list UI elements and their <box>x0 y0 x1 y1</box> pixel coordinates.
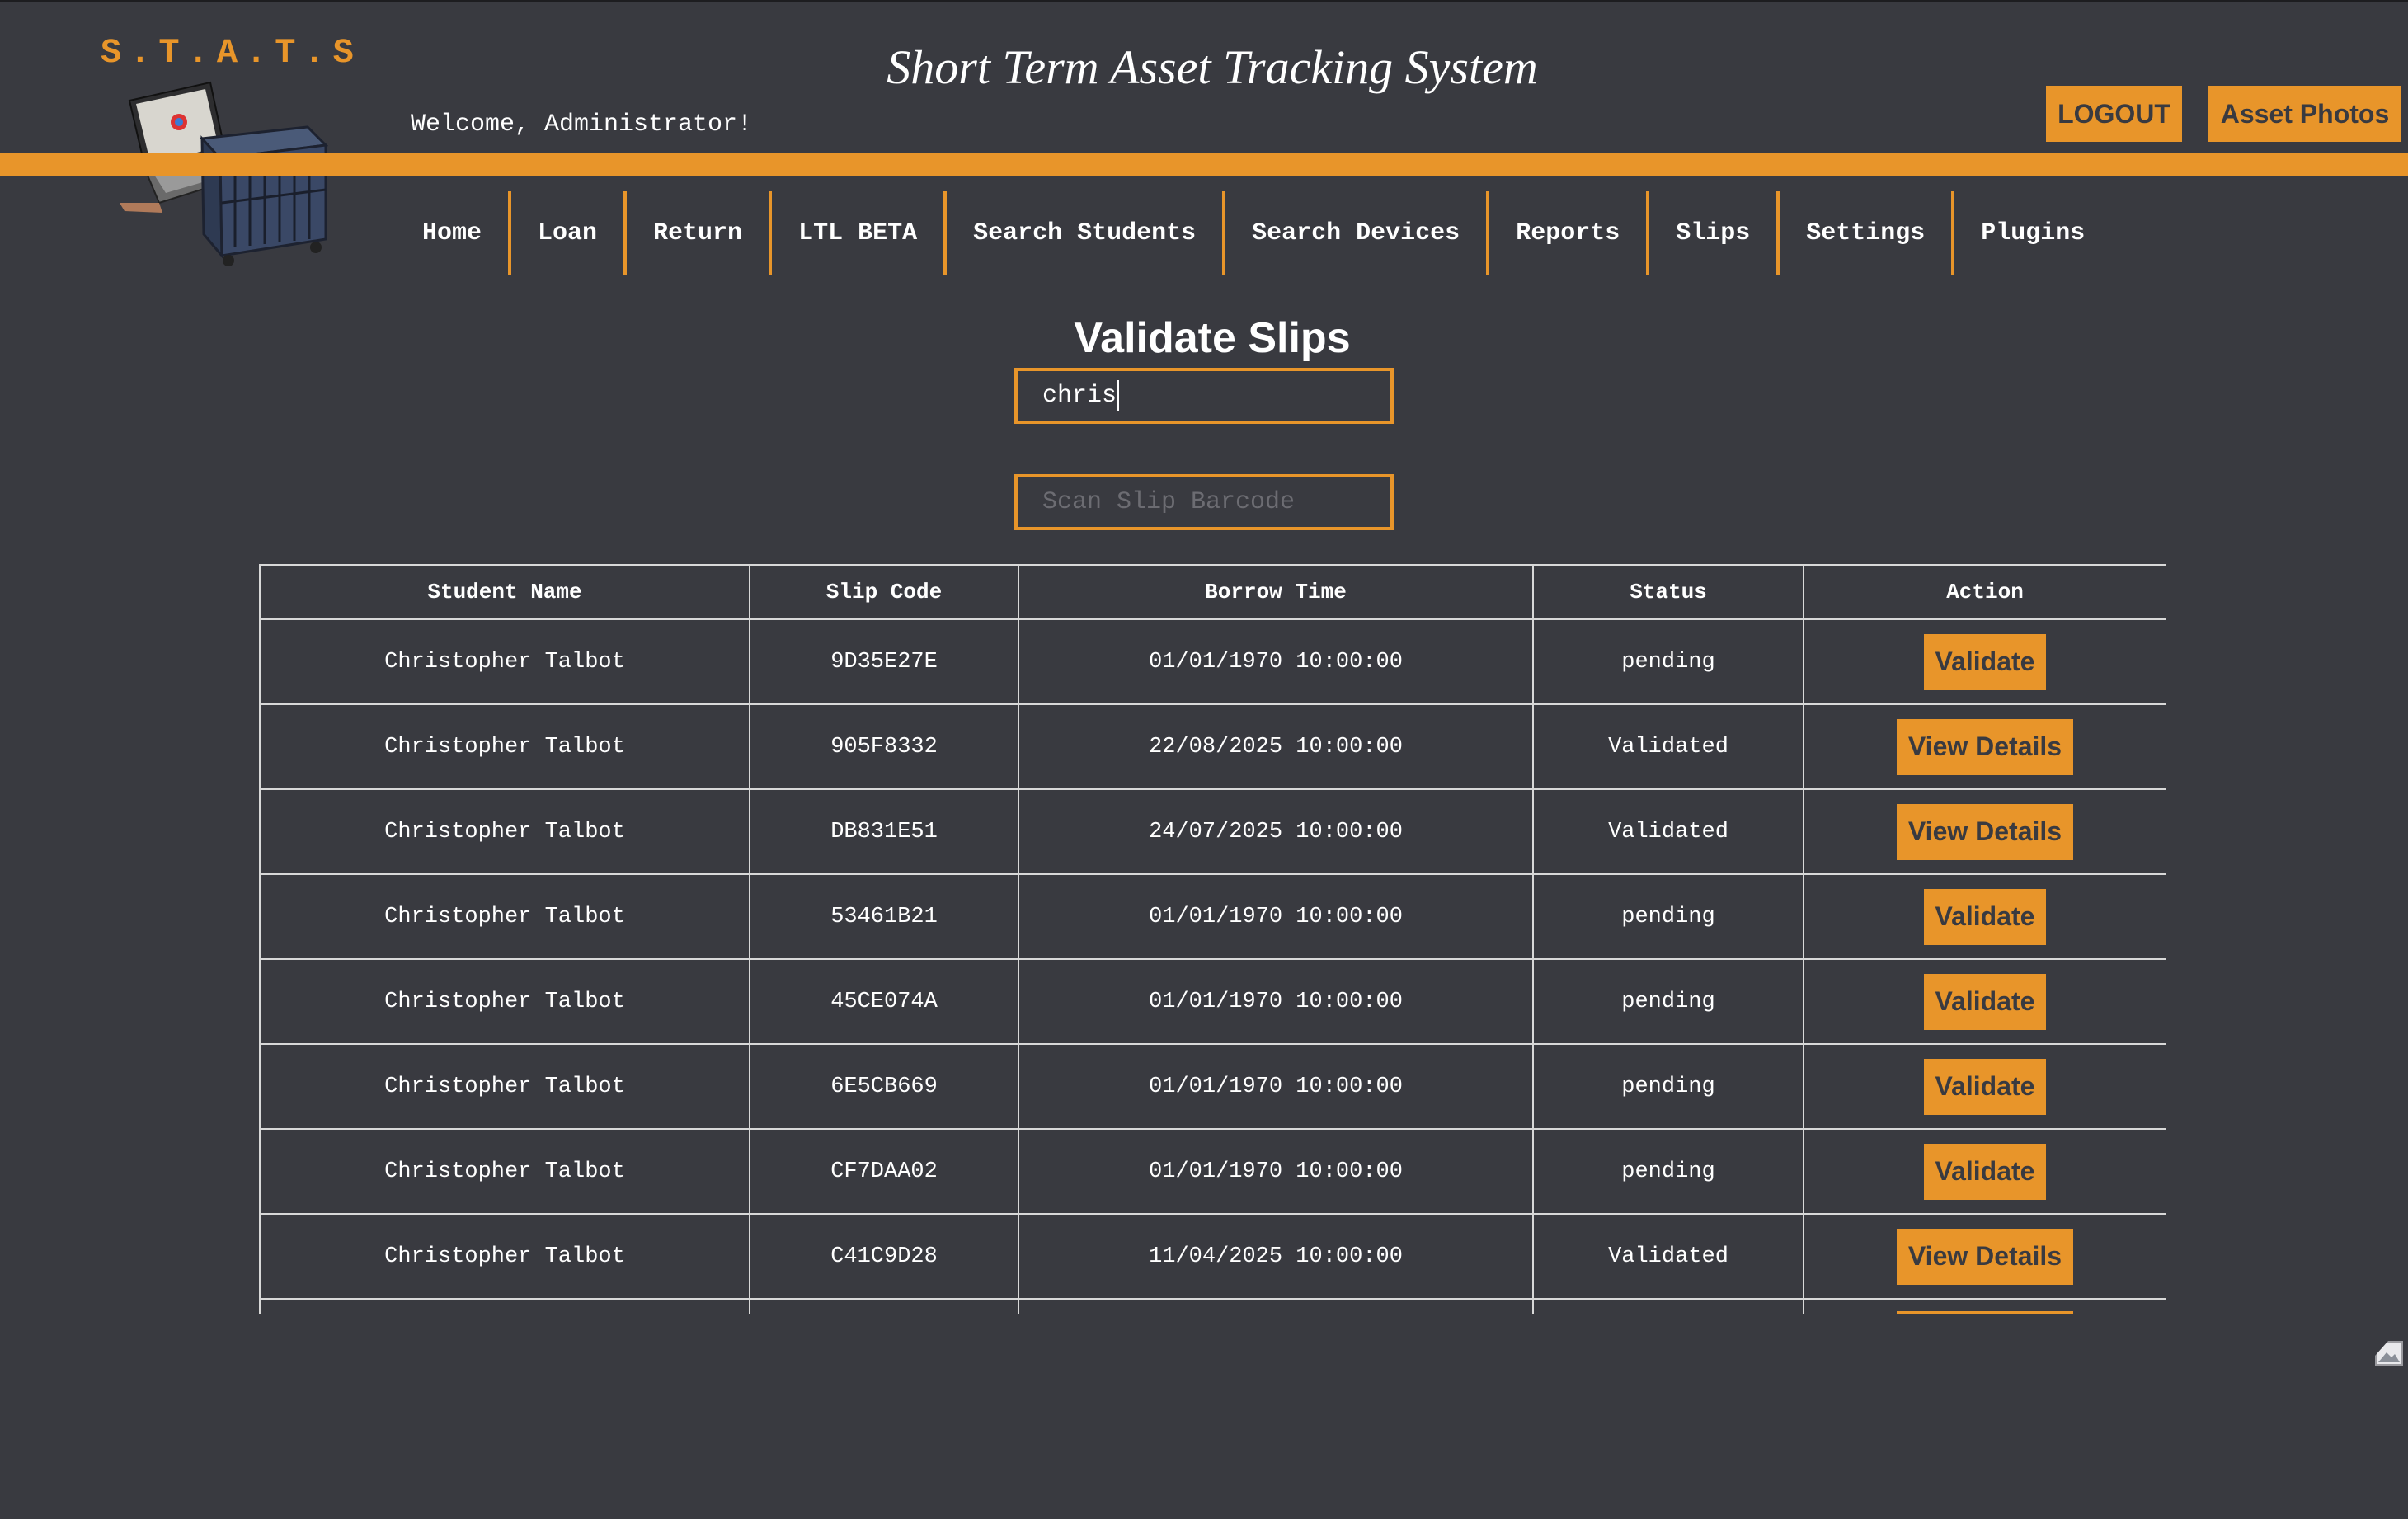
borrow-time-cell: 01/01/1970 10:00:00 <box>1018 1128 1534 1215</box>
slip-code-cell <box>749 1298 1019 1314</box>
action-button-partial[interactable] <box>1897 1311 2073 1314</box>
table-row: Christopher Talbot CF7DAA02 01/01/1970 1… <box>259 1128 2166 1215</box>
slip-code-cell: 6E5CB669 <box>749 1043 1019 1130</box>
slip-code-cell: C41C9D28 <box>749 1213 1019 1300</box>
status-cell: Validated <box>1532 703 1804 790</box>
borrow-time-cell: 01/01/1970 10:00:00 <box>1018 873 1534 960</box>
nav-item-loan[interactable]: Loan <box>511 191 628 275</box>
column-header-student-name: Student Name <box>259 564 750 620</box>
action-cell: Validate <box>1803 958 2166 1045</box>
search-input-value: chris <box>1042 382 1117 410</box>
slip-code-cell: 905F8332 <box>749 703 1019 790</box>
validate-button[interactable]: Validate <box>1923 1058 2047 1115</box>
borrow-time-cell <box>1018 1298 1534 1314</box>
table-row: Christopher Talbot C41C9D28 11/04/2025 1… <box>259 1213 2166 1300</box>
nav-item-settings[interactable]: Settings <box>1780 191 1955 275</box>
text-caret <box>1117 380 1120 411</box>
student-name-cell: Christopher Talbot <box>259 1213 750 1300</box>
welcome-message: Welcome, Administrator! <box>411 111 753 139</box>
borrow-time-cell: 01/01/1970 10:00:00 <box>1018 1043 1534 1130</box>
nav-item-search-students[interactable]: Search Students <box>947 191 1226 275</box>
student-name-cell: Christopher Talbot <box>259 958 750 1045</box>
table-header-row: Student Name Slip Code Borrow Time Statu… <box>259 564 2166 620</box>
nav-item-plugins[interactable]: Plugins <box>1954 191 2111 275</box>
borrow-time-cell: 22/08/2025 10:00:00 <box>1018 703 1534 790</box>
slip-code-cell: 9D35E27E <box>749 618 1019 705</box>
action-cell: Validate <box>1803 873 2166 960</box>
validate-button[interactable]: Validate <box>1923 888 2047 945</box>
logout-button[interactable]: LOGOUT <box>2046 86 2182 142</box>
slip-code-cell: CF7DAA02 <box>749 1128 1019 1215</box>
table-row: Christopher Talbot 53461B21 01/01/1970 1… <box>259 873 2166 960</box>
asset-photos-button[interactable]: Asset Photos <box>2208 86 2401 142</box>
table-row: Christopher Talbot 45CE074A 01/01/1970 1… <box>259 958 2166 1045</box>
nav-item-return[interactable]: Return <box>627 191 773 275</box>
view-details-button[interactable]: View Details <box>1896 718 2074 775</box>
view-details-button[interactable]: View Details <box>1896 803 2074 860</box>
broken-image-icon <box>2375 1341 2403 1366</box>
column-header-action: Action <box>1803 564 2166 620</box>
slip-code-cell: 45CE074A <box>749 958 1019 1045</box>
action-cell: View Details <box>1803 703 2166 790</box>
action-cell: View Details <box>1803 788 2166 875</box>
borrow-time-cell: 11/04/2025 10:00:00 <box>1018 1213 1534 1300</box>
status-cell: pending <box>1532 873 1804 960</box>
action-cell: View Details <box>1803 1213 2166 1300</box>
borrow-time-cell: 01/01/1970 10:00:00 <box>1018 958 1534 1045</box>
status-cell: pending <box>1532 1043 1804 1130</box>
validate-button[interactable]: Validate <box>1923 1143 2047 1200</box>
student-name-cell: Christopher Talbot <box>259 618 750 705</box>
column-header-slip-code: Slip Code <box>749 564 1019 620</box>
borrow-time-cell: 24/07/2025 10:00:00 <box>1018 788 1534 875</box>
status-cell: Validated <box>1532 1213 1804 1300</box>
student-name-cell: Christopher Talbot <box>259 1043 750 1130</box>
table-row: Christopher Talbot 905F8332 22/08/2025 1… <box>259 703 2166 790</box>
slip-code-cell: DB831E51 <box>749 788 1019 875</box>
page-title: Validate Slips <box>1074 314 1351 362</box>
nav-item-ltl-beta[interactable]: LTL BETA <box>772 191 948 275</box>
student-name-cell: Christopher Talbot <box>259 788 750 875</box>
table-row: Christopher Talbot DB831E51 24/07/2025 1… <box>259 788 2166 875</box>
action-cell <box>1803 1298 2166 1314</box>
student-name-cell: Christopher Talbot <box>259 703 750 790</box>
status-cell: pending <box>1532 1128 1804 1215</box>
header-divider <box>0 153 2408 176</box>
table-row: Christopher Talbot 9D35E27E 01/01/1970 1… <box>259 618 2166 705</box>
status-cell: Validated <box>1532 788 1804 875</box>
status-cell <box>1532 1298 1804 1314</box>
table-row-partial <box>259 1298 2166 1314</box>
status-cell: pending <box>1532 958 1804 1045</box>
action-cell: Validate <box>1803 1043 2166 1130</box>
slip-code-cell: 53461B21 <box>749 873 1019 960</box>
action-cell: Validate <box>1803 618 2166 705</box>
column-header-borrow-time: Borrow Time <box>1018 564 1534 620</box>
student-name-cell: Christopher Talbot <box>259 1128 750 1215</box>
view-details-button[interactable]: View Details <box>1896 1228 2074 1285</box>
slip-barcode-input[interactable]: Scan Slip Barcode <box>1014 474 1394 530</box>
window-top-border <box>0 0 2408 2</box>
action-cell: Validate <box>1803 1128 2166 1215</box>
nav-item-reports[interactable]: Reports <box>1489 191 1650 275</box>
student-name-cell: Christopher Talbot <box>259 873 750 960</box>
column-header-status: Status <box>1532 564 1804 620</box>
nav-item-slips[interactable]: Slips <box>1649 191 1780 275</box>
validate-button[interactable]: Validate <box>1923 973 2047 1030</box>
main-nav: Home Loan Return LTL BETA Search Student… <box>396 191 2111 275</box>
student-search-input[interactable]: chris <box>1014 368 1394 424</box>
status-cell: pending <box>1532 618 1804 705</box>
slips-table-container[interactable]: Student Name Slip Code Borrow Time Statu… <box>259 564 2166 1314</box>
slips-table: Student Name Slip Code Borrow Time Statu… <box>259 564 2166 1314</box>
student-name-cell <box>259 1298 750 1314</box>
nav-item-search-devices[interactable]: Search Devices <box>1225 191 1490 275</box>
nav-item-home[interactable]: Home <box>396 191 512 275</box>
borrow-time-cell: 01/01/1970 10:00:00 <box>1018 618 1534 705</box>
table-row: Christopher Talbot 6E5CB669 01/01/1970 1… <box>259 1043 2166 1130</box>
validate-button[interactable]: Validate <box>1923 633 2047 690</box>
